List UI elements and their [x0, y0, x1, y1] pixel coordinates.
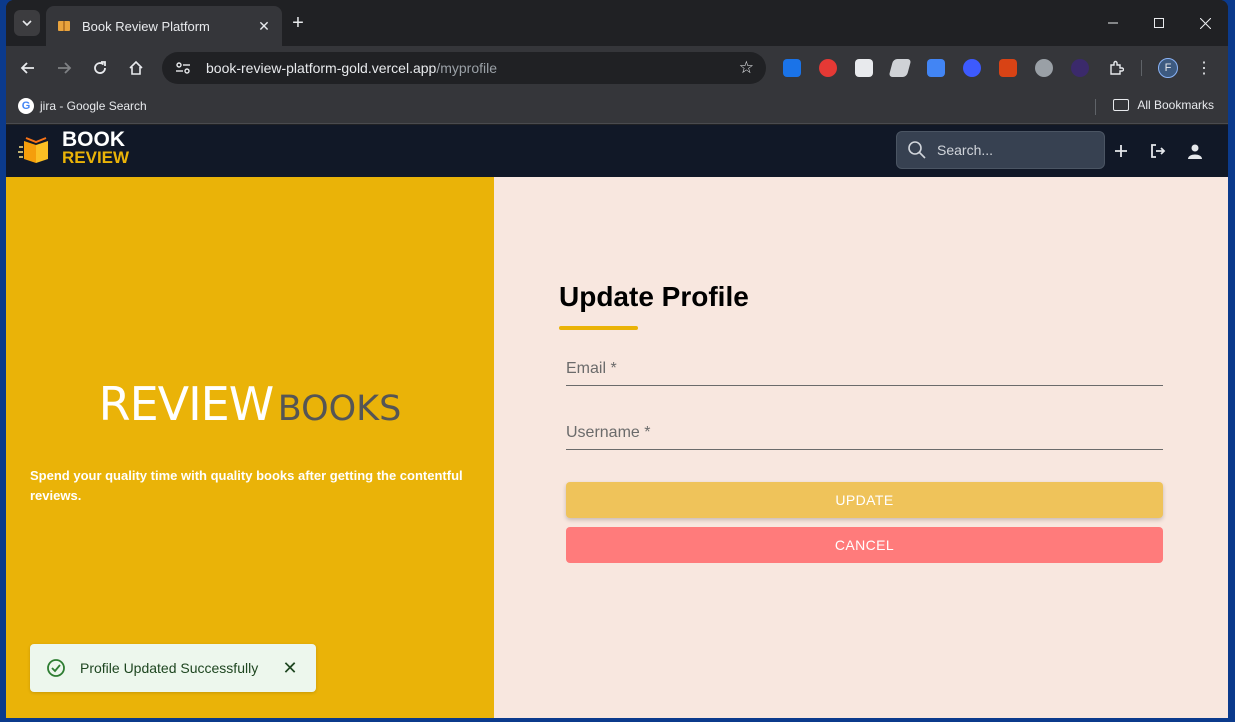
- search-placeholder: Search...: [937, 142, 994, 158]
- hero-heading: REVIEW BOOKS: [6, 377, 494, 431]
- extension-globe-icon[interactable]: [1035, 59, 1053, 77]
- url-host: book-review-platform-gold.vercel.app: [206, 60, 437, 76]
- google-icon: G: [18, 98, 34, 114]
- close-icon: [1199, 17, 1211, 29]
- extension-google-translate-icon[interactable]: [927, 59, 945, 77]
- toast-message: Profile Updated Successfully: [80, 660, 259, 676]
- url-text: book-review-platform-gold.vercel.app/myp…: [206, 60, 739, 76]
- close-window-button[interactable]: [1182, 0, 1228, 46]
- app-logo[interactable]: BOOK REVIEW: [18, 128, 130, 167]
- web-app: BOOK REVIEW Search... REVIEW BOOKS Spend…: [6, 125, 1228, 718]
- maximize-icon: [1154, 18, 1164, 28]
- cancel-button[interactable]: CANCEL: [566, 527, 1163, 563]
- logo-book-text: BOOK: [62, 128, 125, 151]
- plus-icon: [1115, 145, 1127, 157]
- profile-button[interactable]: [1185, 141, 1205, 161]
- logo-review-text: REVIEW: [62, 148, 130, 167]
- bookmark-label: jira - Google Search: [40, 99, 147, 113]
- book-favicon-icon: [56, 18, 72, 34]
- main-content: REVIEW BOOKS Spend your quality time wit…: [6, 177, 1228, 718]
- book-logo-icon: [18, 137, 48, 163]
- email-label: Email *: [566, 360, 617, 377]
- email-field[interactable]: Email *: [566, 354, 1163, 386]
- bookmarks-bar: G jira - Google Search All Bookmarks: [6, 90, 1228, 124]
- site-settings-icon[interactable]: [174, 59, 192, 77]
- extensions-button[interactable]: [1104, 56, 1128, 80]
- page-title: Update Profile: [559, 281, 749, 312]
- arrow-left-icon: [20, 62, 34, 74]
- search-input[interactable]: Search...: [896, 131, 1105, 169]
- extension-tag-icon[interactable]: [888, 59, 912, 77]
- folder-icon: [1113, 99, 1130, 111]
- bookmark-jira[interactable]: G jira - Google Search: [18, 98, 147, 114]
- reload-icon: [94, 61, 106, 74]
- extension-red-icon[interactable]: [819, 59, 837, 77]
- browser-toolbar: book-review-platform-gold.vercel.app/myp…: [6, 46, 1228, 90]
- hero-tagline: Spend your quality time with quality boo…: [30, 468, 463, 503]
- minimize-button[interactable]: [1090, 0, 1136, 46]
- maximize-button[interactable]: [1136, 0, 1182, 46]
- tab-close-icon[interactable]: ✕: [256, 18, 272, 35]
- back-button[interactable]: [16, 56, 40, 80]
- hero-books-text: BOOKS: [277, 389, 402, 429]
- bookmark-star-icon[interactable]: ☆: [739, 58, 754, 78]
- logout-button[interactable]: [1148, 141, 1168, 161]
- toast-close-icon[interactable]: ✕: [280, 658, 300, 679]
- add-button[interactable]: [1111, 141, 1131, 161]
- extension-star-icon[interactable]: [963, 59, 981, 77]
- home-button[interactable]: [124, 56, 148, 80]
- extension-dark-icon[interactable]: [1071, 59, 1089, 77]
- hero-review-text: REVIEW: [98, 377, 275, 431]
- success-toast: Profile Updated Successfully ✕: [30, 644, 316, 692]
- all-bookmarks-label: All Bookmarks: [1137, 98, 1214, 112]
- browser-tab[interactable]: Book Review Platform ✕: [46, 6, 282, 46]
- arrow-right-icon: [58, 62, 72, 74]
- minimize-icon: [1108, 22, 1118, 24]
- browser-menu-icon[interactable]: ⋮: [1196, 58, 1212, 78]
- new-tab-button[interactable]: +: [288, 13, 308, 33]
- bookmarks-divider: [1095, 99, 1096, 115]
- profile-avatar[interactable]: F: [1158, 58, 1178, 78]
- tab-strip: Book Review Platform ✕ +: [6, 0, 1228, 46]
- hero-panel: REVIEW BOOKS Spend your quality time wit…: [6, 177, 494, 718]
- form-panel: Update Profile Email * Username * UPDATE…: [494, 177, 1228, 718]
- tab-search-button[interactable]: [14, 10, 40, 36]
- toolbar-divider: [1141, 60, 1142, 76]
- update-button[interactable]: UPDATE: [566, 482, 1163, 518]
- address-bar[interactable]: book-review-platform-gold.vercel.app/myp…: [162, 52, 766, 84]
- username-label: Username *: [566, 424, 651, 441]
- extension-translate-icon[interactable]: [783, 59, 801, 77]
- search-icon: [908, 141, 926, 159]
- title-underline: [559, 326, 638, 330]
- logout-icon: [1151, 144, 1166, 158]
- tab-title: Book Review Platform: [82, 18, 210, 34]
- url-path: /myprofile: [436, 60, 498, 76]
- username-field[interactable]: Username *: [566, 418, 1163, 450]
- check-circle-icon: [47, 659, 65, 677]
- forward-button[interactable]: [52, 56, 76, 80]
- app-header: BOOK REVIEW Search...: [6, 125, 1228, 177]
- browser-window: Book Review Platform ✕ + book-review-pla…: [6, 0, 1228, 718]
- user-icon: [1188, 144, 1202, 159]
- puzzle-icon: [1110, 60, 1124, 75]
- home-icon: [129, 60, 143, 75]
- chevron-down-icon: [22, 20, 32, 27]
- all-bookmarks-button[interactable]: All Bookmarks: [1113, 98, 1214, 112]
- extension-window-icon[interactable]: [855, 59, 873, 77]
- reload-button[interactable]: [88, 56, 112, 80]
- extension-cr-icon[interactable]: [999, 59, 1017, 77]
